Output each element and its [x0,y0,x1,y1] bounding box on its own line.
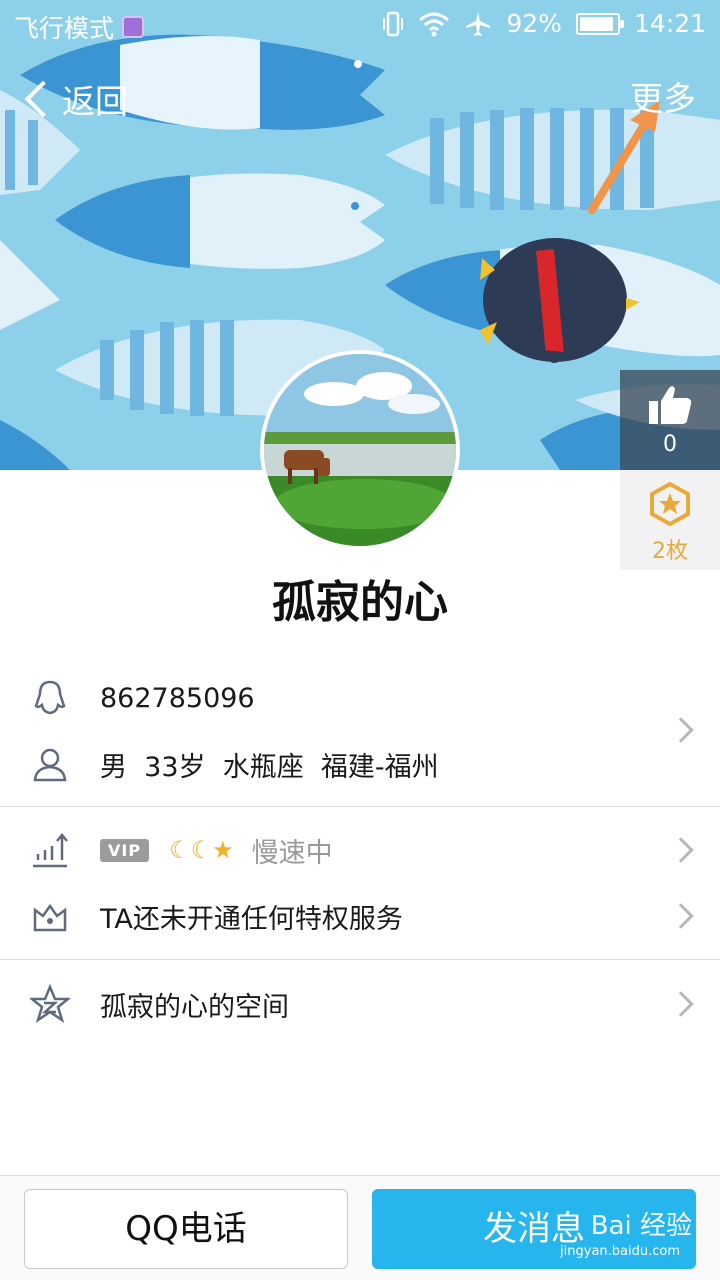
qq-call-button[interactable]: QQ电话 [24,1189,348,1269]
watermark-url: jingyan.baidu.com [560,1244,680,1259]
airplane-mode-label: 飞行模式 [14,14,115,43]
age: 33岁 [144,751,206,783]
qzone-text: 孤寂的心的空间 [100,991,289,1023]
privilege-text: TA还未开通任何特权服务 [100,903,403,935]
level-info: VIP ☾☾★ 慢速中 [100,831,333,870]
avatar[interactable] [260,350,460,550]
badge-count: 2枚 [652,539,688,564]
level-chart-icon [33,833,68,868]
thumbs-up-icon [649,386,692,424]
wifi-icon [419,12,450,36]
nickname: 孤寂的心 [272,577,448,628]
gender: 男 [100,751,127,783]
crown-icon [33,903,67,932]
divider [0,806,720,807]
like-button[interactable]: 0 [620,370,720,470]
zodiac: 水瓶座 [222,751,304,783]
qq-number-row: 862785096 [0,666,720,730]
star-badge-icon [650,482,690,526]
more-button[interactable]: 更多 [630,76,696,122]
chevron-right-icon [668,991,694,1017]
location: 福建-福州 [320,751,439,783]
speed-status: 慢速中 [251,837,333,869]
qzone-row[interactable]: 孤寂的心的空间 [0,972,720,1036]
status-bar: 飞行模式 92% 14:21 [0,0,720,50]
penguin-icon [34,680,66,715]
battery-percent: 92% [506,9,562,38]
back-button[interactable]: 返回 [18,76,128,122]
image-notification-icon [122,16,145,38]
airplane-icon [466,11,491,36]
level-row[interactable]: VIP ☾☾★ 慢速中 [0,818,720,882]
level-moon-star-icon: ☾☾★ [169,836,234,864]
vip-tag: VIP [100,838,150,862]
clock: 14:21 [633,9,706,38]
privilege-row[interactable]: TA还未开通任何特权服务 [0,884,720,948]
battery-fill [579,16,613,31]
like-count: 0 [663,432,677,457]
baidu-jingyan-watermark: Bai 经验 [590,1211,692,1241]
avatar-landscape-image [264,354,456,546]
divider [0,959,720,960]
personal-info-text: 男 33岁 水瓶座 福建-福州 [100,745,439,784]
chevron-left-icon [24,80,62,118]
personal-info-row[interactable]: 男 33岁 水瓶座 福建-福州 [0,732,720,796]
chevron-right-icon [668,903,694,929]
back-label: 返回 [62,82,128,121]
chevron-right-icon [668,837,694,863]
vibrate-icon [383,11,404,36]
badge-button[interactable]: 2枚 [620,470,720,570]
person-icon [33,748,67,782]
battery-icon [575,12,624,35]
qq-number: 862785096 [100,682,255,714]
qzone-star-icon [30,984,70,1023]
